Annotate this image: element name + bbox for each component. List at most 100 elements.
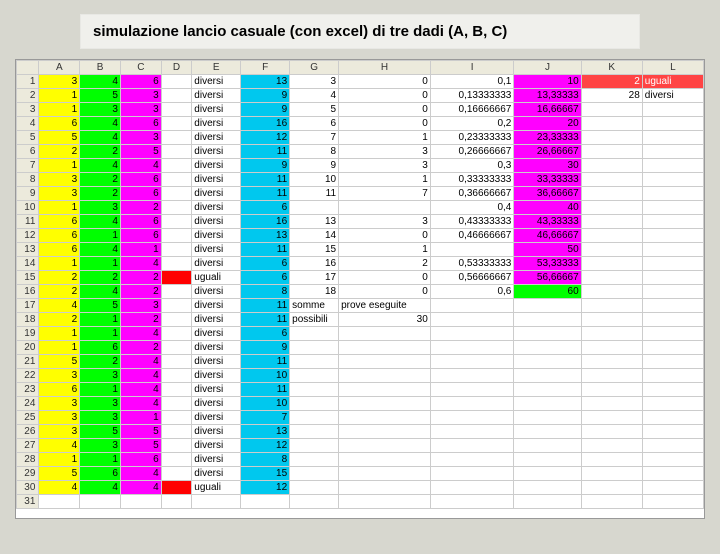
row-header[interactable]: 28 <box>17 453 39 467</box>
cell-F[interactable]: 13 <box>241 75 290 89</box>
cell-A[interactable]: 1 <box>39 89 80 103</box>
cell-D[interactable] <box>161 341 192 355</box>
cell-K[interactable] <box>581 215 642 229</box>
cell-K[interactable] <box>581 383 642 397</box>
row-header[interactable]: 12 <box>17 229 39 243</box>
cell-E[interactable]: diversi <box>192 187 241 201</box>
row-header[interactable]: 4 <box>17 117 39 131</box>
cell-G[interactable]: 17 <box>290 271 339 285</box>
cell-J[interactable] <box>514 439 581 453</box>
table-row[interactable]: 20162diversi9 <box>17 341 704 355</box>
table-row[interactable]: 13641diversi1115150 <box>17 243 704 257</box>
cell-K[interactable]: 28 <box>581 89 642 103</box>
cell-I[interactable]: 0,53333333 <box>430 257 514 271</box>
cell-J[interactable] <box>514 453 581 467</box>
cell-F[interactable]: 12 <box>241 439 290 453</box>
cell-D[interactable] <box>161 369 192 383</box>
cell-I[interactable] <box>430 313 514 327</box>
cell-F[interactable]: 10 <box>241 397 290 411</box>
row-header[interactable]: 22 <box>17 369 39 383</box>
cell-H[interactable]: 7 <box>339 187 431 201</box>
cell-I[interactable]: 0,26666667 <box>430 145 514 159</box>
cell-F[interactable]: 11 <box>241 145 290 159</box>
cell-L[interactable] <box>642 243 703 257</box>
table-row[interactable]: 30444uguali12 <box>17 481 704 495</box>
table-row[interactable]: 7144diversi9930,330 <box>17 159 704 173</box>
table-row[interactable]: 16242diversi81800,660 <box>17 285 704 299</box>
col-header-A[interactable]: A <box>39 61 80 75</box>
cell-B[interactable]: 3 <box>80 369 121 383</box>
cell-F[interactable]: 6 <box>241 271 290 285</box>
cell-K[interactable] <box>581 131 642 145</box>
cell-G[interactable] <box>290 481 339 495</box>
cell-J[interactable]: 13,33333 <box>514 89 581 103</box>
cell-H[interactable]: 3 <box>339 215 431 229</box>
cell-K[interactable] <box>581 369 642 383</box>
cell-C[interactable]: 2 <box>120 341 161 355</box>
cell-A[interactable]: 4 <box>39 439 80 453</box>
cell-L[interactable] <box>642 271 703 285</box>
row-header[interactable]: 8 <box>17 173 39 187</box>
cell-E[interactable]: diversi <box>192 257 241 271</box>
cell-C[interactable]: 4 <box>120 383 161 397</box>
cell-B[interactable]: 2 <box>80 187 121 201</box>
table-row[interactable]: 17453diversi11sommeprove eseguite <box>17 299 704 313</box>
cell-I[interactable] <box>430 481 514 495</box>
cell-E[interactable]: diversi <box>192 173 241 187</box>
cell-C[interactable]: 4 <box>120 397 161 411</box>
cell-I[interactable] <box>430 327 514 341</box>
cell-J[interactable]: 30 <box>514 159 581 173</box>
cell-C[interactable]: 3 <box>120 299 161 313</box>
cell-G[interactable]: 13 <box>290 215 339 229</box>
cell-H[interactable] <box>339 467 431 481</box>
cell-L[interactable] <box>642 159 703 173</box>
cell-A[interactable]: 6 <box>39 383 80 397</box>
cell-F[interactable]: 9 <box>241 89 290 103</box>
cell-D[interactable] <box>161 299 192 313</box>
cell-A[interactable]: 3 <box>39 425 80 439</box>
cell-F[interactable] <box>241 495 290 509</box>
cell-I[interactable]: 0,33333333 <box>430 173 514 187</box>
cell-H[interactable] <box>339 383 431 397</box>
cell-I[interactable]: 0,6 <box>430 285 514 299</box>
cell-D[interactable] <box>161 173 192 187</box>
row-header[interactable]: 19 <box>17 327 39 341</box>
cell-F[interactable]: 6 <box>241 201 290 215</box>
cell-E[interactable]: uguali <box>192 271 241 285</box>
cell-D[interactable] <box>161 257 192 271</box>
cell-I[interactable] <box>430 397 514 411</box>
cell-A[interactable]: 1 <box>39 453 80 467</box>
cell-K[interactable] <box>581 243 642 257</box>
cell-A[interactable]: 6 <box>39 117 80 131</box>
cell-H[interactable]: 1 <box>339 131 431 145</box>
cell-L[interactable] <box>642 313 703 327</box>
cell-H[interactable]: 3 <box>339 145 431 159</box>
cell-C[interactable]: 6 <box>120 229 161 243</box>
cell-E[interactable]: diversi <box>192 313 241 327</box>
cell-H[interactable] <box>339 327 431 341</box>
cell-D[interactable] <box>161 89 192 103</box>
cell-D[interactable] <box>161 75 192 89</box>
cell-E[interactable]: diversi <box>192 103 241 117</box>
spreadsheet[interactable]: A B C D E F G H I J K L 1346diversi13300… <box>15 59 705 519</box>
row-header[interactable]: 13 <box>17 243 39 257</box>
cell-B[interactable]: 3 <box>80 201 121 215</box>
cell-K[interactable] <box>581 397 642 411</box>
table-row[interactable]: 8326diversi111010,3333333333,33333 <box>17 173 704 187</box>
cell-D[interactable] <box>161 439 192 453</box>
cell-G[interactable] <box>290 467 339 481</box>
cell-G[interactable]: 18 <box>290 285 339 299</box>
cell-E[interactable]: diversi <box>192 243 241 257</box>
cell-F[interactable]: 8 <box>241 453 290 467</box>
cell-C[interactable]: 4 <box>120 257 161 271</box>
cell-I[interactable] <box>430 341 514 355</box>
cell-H[interactable] <box>339 481 431 495</box>
cell-L[interactable] <box>642 397 703 411</box>
cell-D[interactable] <box>161 355 192 369</box>
row-header[interactable]: 5 <box>17 131 39 145</box>
row-header[interactable]: 24 <box>17 397 39 411</box>
cell-E[interactable]: diversi <box>192 215 241 229</box>
cell-D[interactable] <box>161 285 192 299</box>
row-header[interactable]: 26 <box>17 425 39 439</box>
cell-A[interactable]: 4 <box>39 299 80 313</box>
